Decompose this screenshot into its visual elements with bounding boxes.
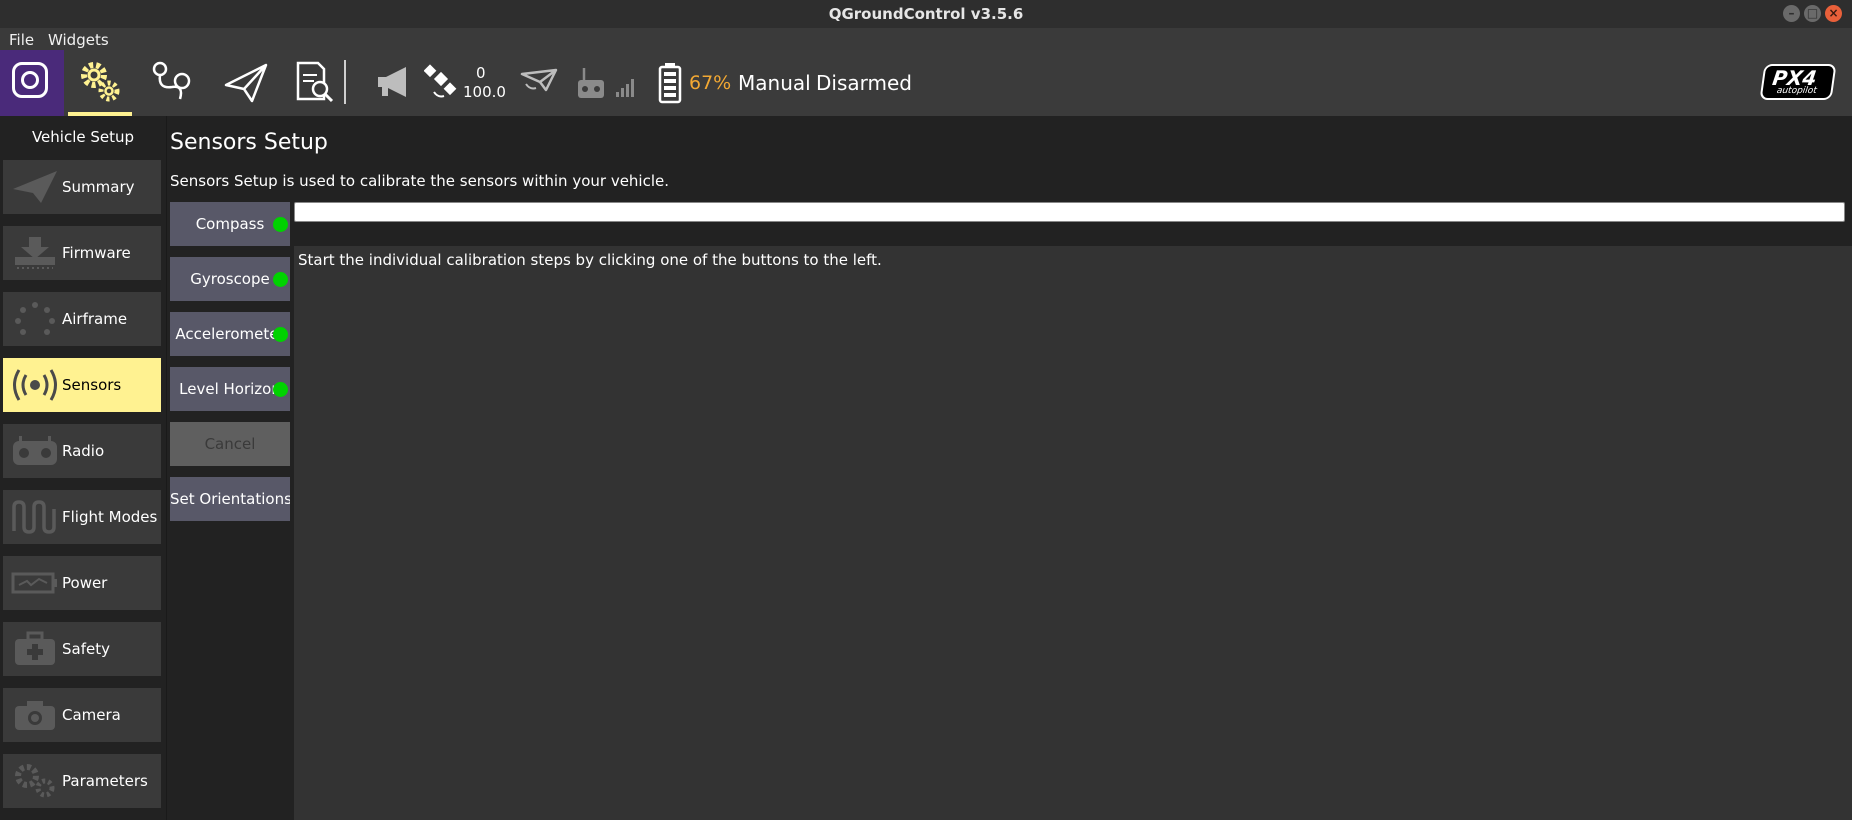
vehicle-setup-button[interactable] bbox=[68, 50, 132, 116]
sidebar-item-firmware[interactable]: Firmware bbox=[3, 226, 161, 280]
sidebar-item-label: Airframe bbox=[62, 310, 128, 328]
fly-view-button[interactable] bbox=[212, 50, 276, 116]
sidebar-item-label: Firmware bbox=[62, 244, 131, 262]
sidebar-item-label: Summary bbox=[62, 178, 135, 196]
sidebar-item-airframe[interactable]: Airframe bbox=[3, 292, 161, 346]
gps-satellite-count: 0 bbox=[476, 64, 486, 82]
set-orientations-button[interactable]: Set Orientations bbox=[170, 477, 290, 521]
sensors-icon bbox=[13, 369, 57, 401]
accelerometer-button-label: Accelerometer bbox=[175, 325, 285, 343]
sensors-setup-panel: Sensors Setup Sensors Setup is used to c… bbox=[167, 116, 1852, 820]
sidebar-item-power[interactable]: Power bbox=[3, 556, 161, 610]
set-orientations-button-label: Set Orientations bbox=[170, 490, 290, 508]
analyze-view-button[interactable] bbox=[282, 50, 346, 116]
wave-icon bbox=[12, 500, 56, 534]
cancel-button-label: Cancel bbox=[204, 435, 256, 453]
qgc-logo-icon bbox=[12, 62, 48, 98]
sidebar-item-label: Camera bbox=[62, 706, 121, 724]
level-horizon-button[interactable]: Level Horizon bbox=[170, 367, 290, 411]
battery-percent: 67% bbox=[689, 72, 732, 94]
calibration-progress-bar bbox=[294, 202, 1845, 222]
gps-hdop: 100.0 bbox=[463, 83, 506, 101]
gears-icon bbox=[15, 764, 55, 798]
qgc-logo-button[interactable] bbox=[0, 50, 64, 116]
cancel-button[interactable]: Cancel bbox=[170, 422, 290, 466]
rc-signal-icon[interactable] bbox=[576, 66, 640, 100]
gyroscope-button[interactable]: Gyroscope bbox=[170, 257, 290, 301]
compass-status-dot bbox=[273, 217, 288, 232]
main-toolbar: 0 100.0 67% Manual Disarmed PX4 autopilo… bbox=[0, 50, 1852, 116]
battery-icon bbox=[11, 572, 57, 594]
camera-icon bbox=[15, 701, 55, 730]
compass-button[interactable]: Compass bbox=[170, 202, 290, 246]
toolbar-separator bbox=[344, 60, 346, 104]
gears-icon bbox=[81, 62, 120, 102]
sidebar-item-summary[interactable]: Summary bbox=[3, 160, 161, 214]
maximize-button[interactable]: □ bbox=[1804, 5, 1821, 22]
battery-icon[interactable] bbox=[658, 62, 682, 104]
airframe-icon bbox=[15, 302, 55, 335]
plan-view-button[interactable] bbox=[140, 50, 204, 116]
telemetry-icon[interactable] bbox=[520, 68, 560, 98]
paper-plane-icon bbox=[224, 63, 268, 103]
gyroscope-status-dot bbox=[273, 272, 288, 287]
menu-bar: File Widgets bbox=[0, 28, 1852, 50]
window-title: QGroundControl v3.5.6 bbox=[828, 5, 1024, 23]
compass-button-label: Compass bbox=[195, 215, 265, 233]
menu-file[interactable]: File bbox=[9, 31, 34, 49]
window-titlebar: QGroundControl v3.5.6 – □ × bbox=[0, 0, 1852, 29]
sidebar-item-flight-modes[interactable]: Flight Modes bbox=[3, 490, 161, 544]
sidebar-item-label: Parameters bbox=[62, 772, 148, 790]
sidebar-item-camera[interactable]: Camera bbox=[3, 688, 161, 742]
minimize-button[interactable]: – bbox=[1783, 5, 1800, 22]
sidebar-item-radio[interactable]: Radio bbox=[3, 424, 161, 478]
sidebar-item-label: Flight Modes bbox=[62, 508, 158, 526]
sidebar-item-sensors[interactable]: Sensors bbox=[3, 358, 161, 412]
megaphone-icon[interactable] bbox=[374, 62, 414, 102]
accelerometer-button[interactable]: Accelerometer bbox=[170, 312, 290, 356]
download-icon bbox=[15, 237, 55, 269]
vehicle-setup-sidebar: Vehicle Setup Summary Firmware Airframe bbox=[0, 116, 167, 820]
page-title: Sensors Setup bbox=[170, 130, 328, 155]
page-description: Sensors Setup is used to calibrate the s… bbox=[170, 172, 670, 190]
flight-mode[interactable]: Manual bbox=[738, 71, 811, 95]
sidebar-item-safety[interactable]: Safety bbox=[3, 622, 161, 676]
satellite-icon[interactable] bbox=[424, 62, 460, 102]
close-button[interactable]: × bbox=[1825, 5, 1842, 22]
sidebar-item-label: Safety bbox=[62, 640, 110, 658]
document-search-icon bbox=[296, 61, 334, 103]
arm-state[interactable]: Disarmed bbox=[816, 71, 912, 95]
calibration-status-area: Start the individual calibration steps b… bbox=[294, 246, 1852, 820]
gyroscope-button-label: Gyroscope bbox=[190, 270, 270, 288]
medkit-icon bbox=[15, 631, 55, 665]
level-horizon-button-label: Level Horizon bbox=[179, 380, 281, 398]
accelerometer-status-dot bbox=[273, 327, 288, 342]
paper-plane-icon bbox=[13, 171, 57, 203]
window-controls: – □ × bbox=[1783, 5, 1842, 22]
sidebar-item-parameters[interactable]: Parameters bbox=[3, 754, 161, 808]
sidebar-item-label: Radio bbox=[62, 442, 105, 460]
sidebar-header: Vehicle Setup bbox=[31, 128, 135, 146]
plan-route-icon bbox=[152, 61, 191, 100]
px4-autopilot-logo: PX4 autopilot bbox=[1759, 64, 1837, 100]
radio-icon bbox=[13, 436, 57, 465]
status-message: Start the individual calibration steps b… bbox=[298, 251, 882, 269]
sidebar-item-label: Power bbox=[62, 574, 108, 592]
level-horizon-status-dot bbox=[273, 382, 288, 397]
menu-widgets[interactable]: Widgets bbox=[48, 31, 109, 49]
sidebar-item-label: Sensors bbox=[62, 376, 122, 394]
